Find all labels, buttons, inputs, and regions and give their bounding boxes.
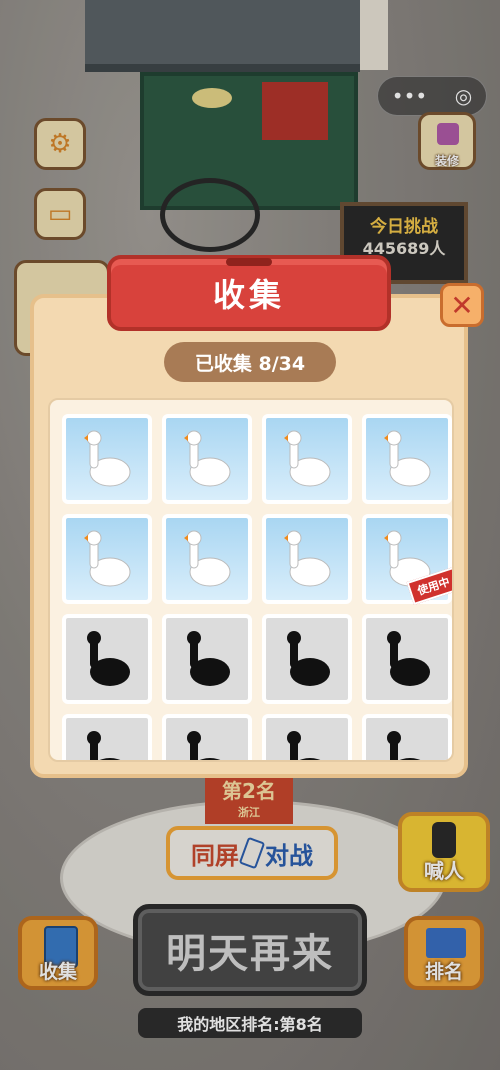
goose-silhouette-icon	[287, 731, 321, 760]
modal-title: 收集	[107, 255, 391, 331]
locked-stamp[interactable]	[162, 614, 252, 704]
goose-silhouette-icon	[187, 731, 221, 760]
close-button[interactable]: ✕	[440, 283, 484, 327]
locked-stamp[interactable]	[262, 614, 352, 704]
collected-stamp[interactable]	[162, 514, 252, 604]
collected-stamp[interactable]	[362, 414, 452, 504]
locked-stamp[interactable]	[262, 714, 352, 760]
locked-stamp[interactable]	[362, 714, 452, 760]
goose-silhouette-icon	[87, 631, 130, 686]
close-icon: ✕	[450, 288, 474, 322]
locked-stamp[interactable]	[362, 614, 452, 704]
collected-stamp[interactable]	[262, 414, 352, 504]
collected-stamp[interactable]	[162, 414, 252, 504]
title-knob	[226, 258, 272, 266]
goose-icon	[284, 430, 331, 487]
goose-icon	[84, 430, 131, 487]
goose-silhouette-icon	[387, 731, 421, 760]
locked-stamp[interactable]	[162, 714, 252, 760]
goose-icon	[184, 430, 231, 487]
collected-stamp[interactable]	[262, 514, 352, 604]
collected-count: 已收集 8/34	[164, 342, 336, 382]
goose-silhouette-icon	[187, 631, 230, 686]
goose-icon	[184, 530, 231, 587]
goose-icon	[284, 530, 331, 587]
goose-silhouette-icon	[287, 631, 330, 686]
locked-stamp[interactable]	[62, 714, 152, 760]
goose-silhouette-icon	[87, 731, 121, 760]
collected-stamp[interactable]: 使用中	[362, 514, 452, 605]
goose-silhouette-icon	[387, 631, 430, 686]
stamp-grid: 使用中	[48, 398, 454, 762]
locked-stamp[interactable]	[62, 614, 152, 704]
collected-stamp[interactable]	[62, 414, 152, 504]
goose-icon	[84, 530, 131, 587]
goose-icon	[384, 430, 431, 487]
collected-stamp[interactable]	[62, 514, 152, 604]
